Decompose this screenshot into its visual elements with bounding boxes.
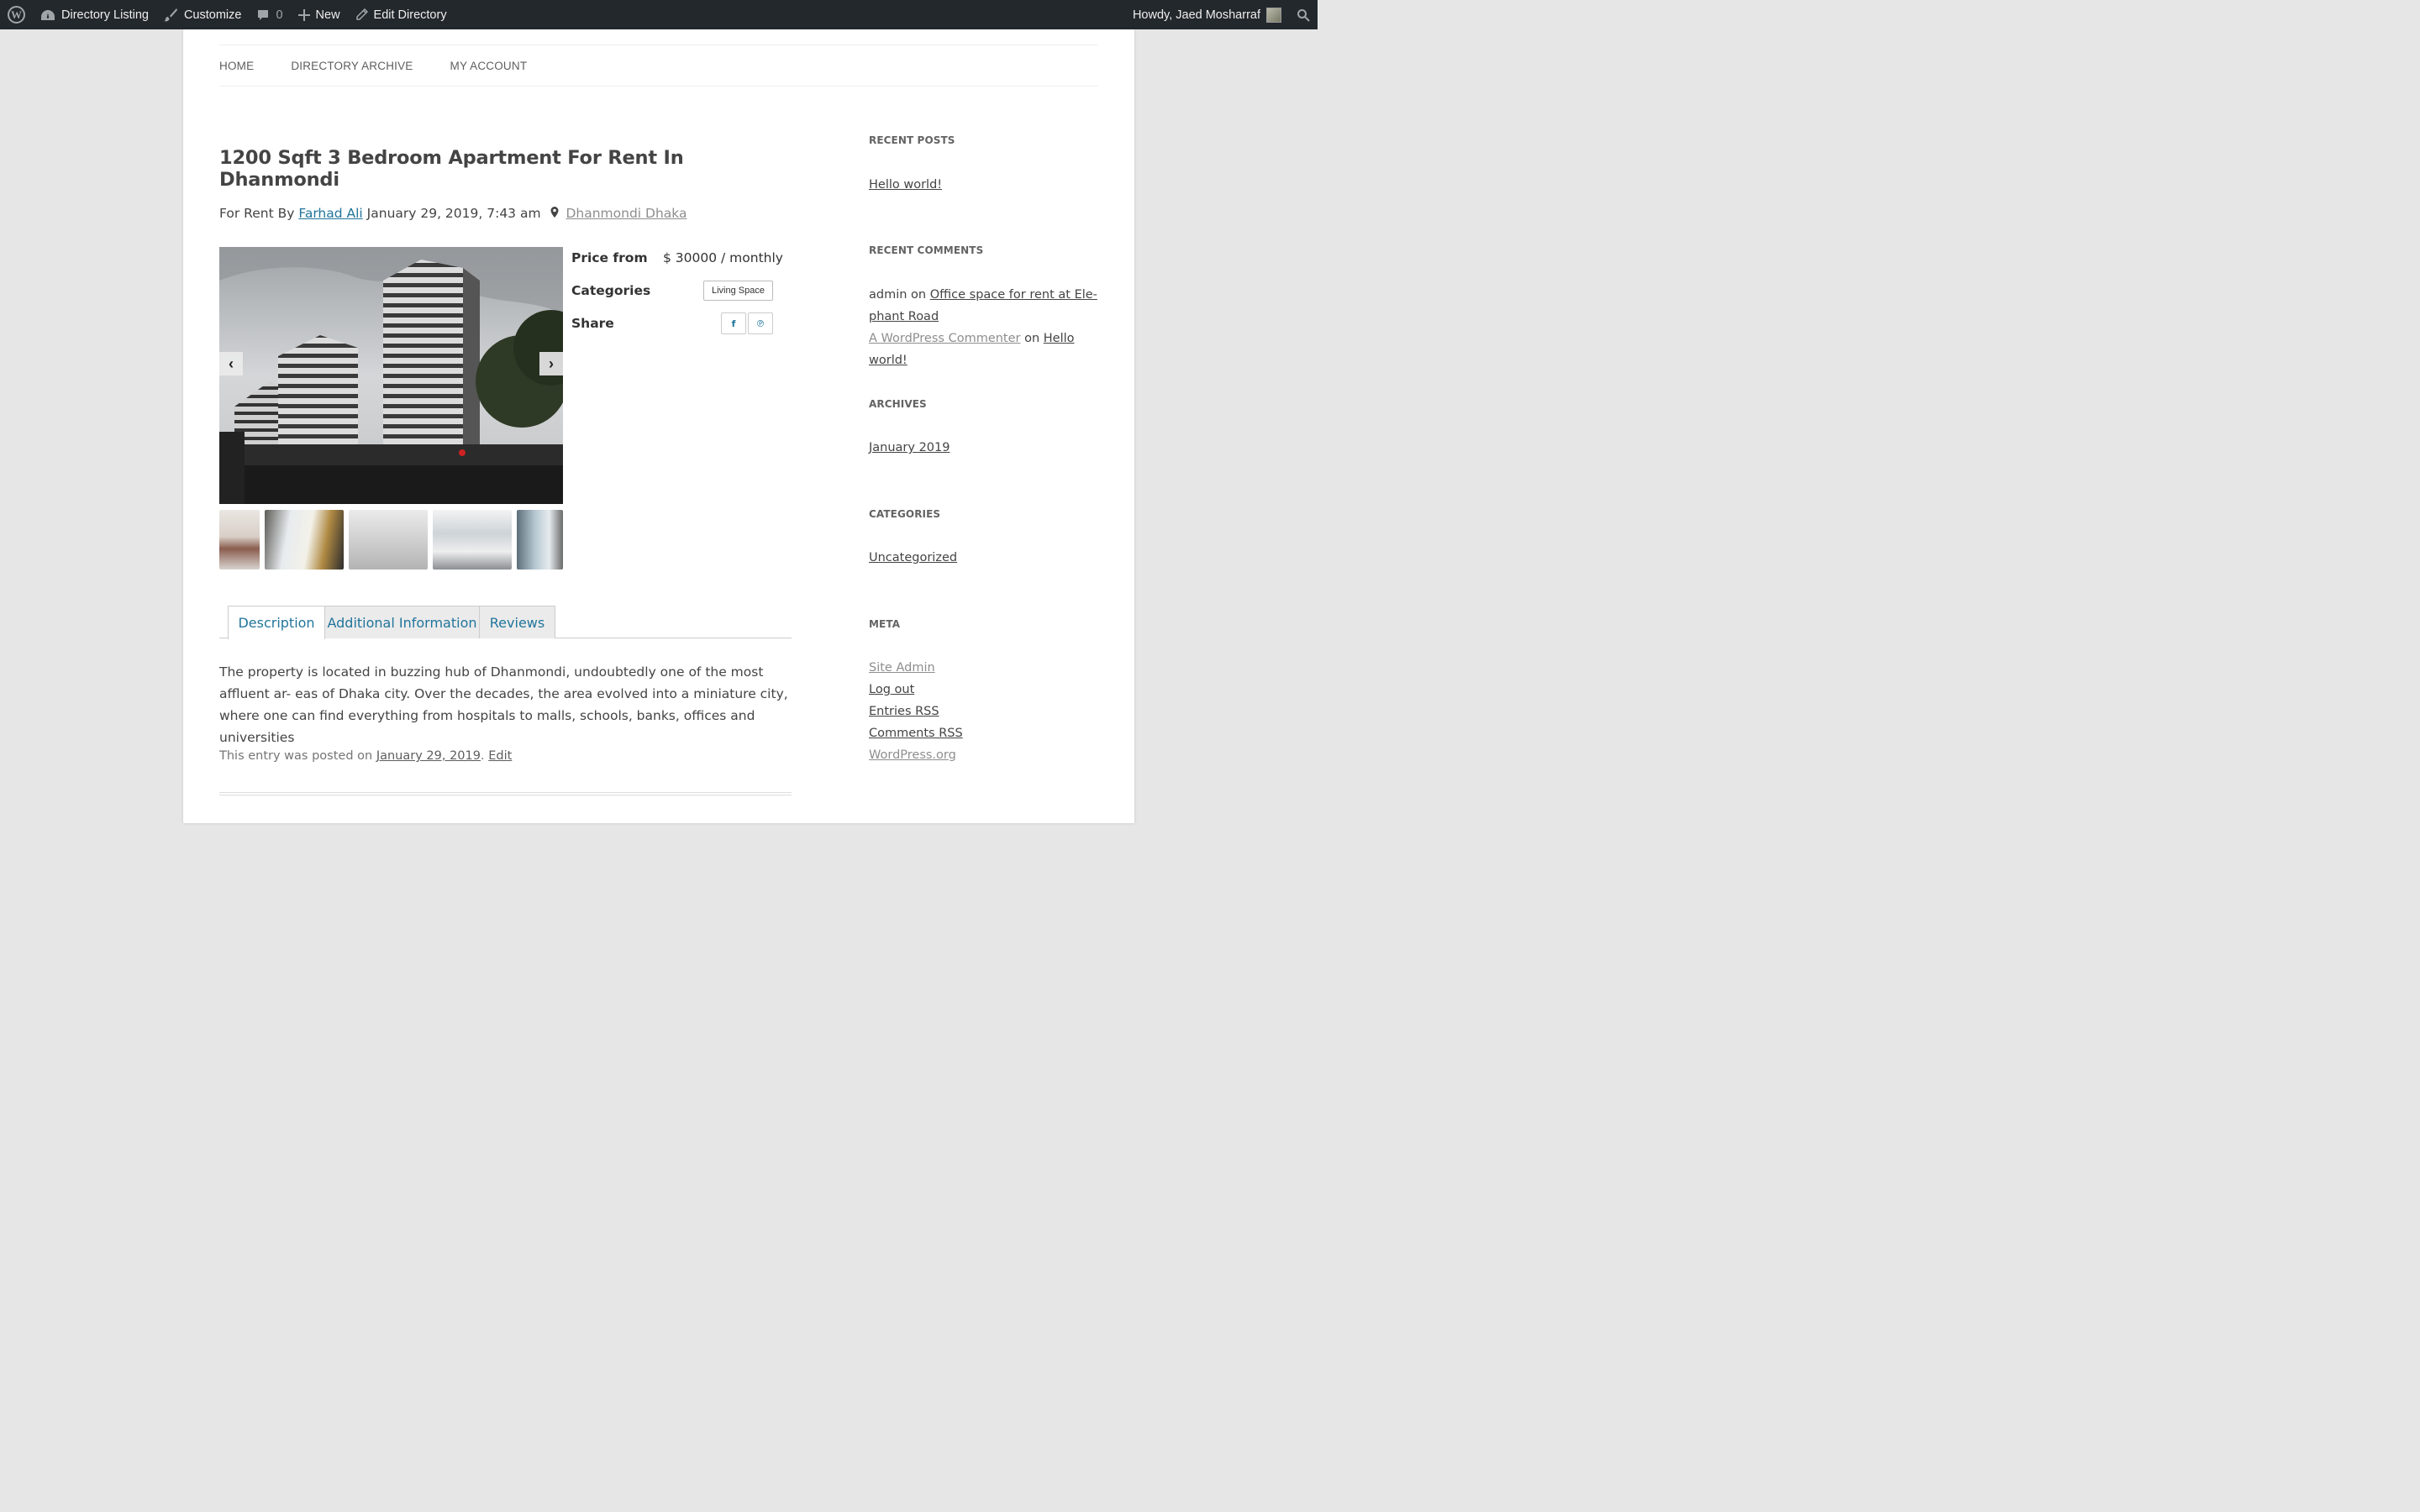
gallery-thumbnails	[219, 510, 563, 570]
footer-prefix: This entry was posted on	[219, 749, 373, 763]
author-link[interactable]: Farhad Ali	[298, 206, 362, 221]
chevron-left-icon: ‹	[229, 354, 234, 372]
share-label: Share	[571, 316, 614, 331]
categories-title: CATEGORIES	[869, 508, 941, 520]
facebook-icon: f	[731, 318, 736, 329]
meta-prefix: For Rent By	[219, 206, 295, 221]
chevron-right-icon: ›	[549, 354, 554, 372]
meta-link-site-admin[interactable]: Site Admin	[869, 661, 935, 675]
search-icon	[1297, 8, 1310, 22]
site-name-label: Directory Listing	[61, 8, 149, 22]
edit-directory-label: Edit Directory	[373, 8, 447, 22]
thumbnail-5[interactable]	[517, 510, 563, 570]
recent-post-link[interactable]: Hello world!	[869, 178, 942, 192]
edit-directory-link[interactable]: Edit Directory	[348, 0, 455, 29]
tab-additional-information[interactable]: Additional Information	[324, 606, 480, 638]
admin-search-button[interactable]	[1289, 0, 1318, 29]
recent-comments-list: admin on Office space for rent at Ele- p…	[869, 284, 1104, 371]
archive-link[interactable]: January 2019	[869, 441, 950, 454]
edit-link[interactable]: Edit	[488, 749, 512, 763]
facebook-share-button[interactable]: f	[721, 312, 746, 334]
gallery-next-button[interactable]: ›	[539, 352, 563, 375]
entry-footer: This entry was posted on January 29, 201…	[219, 749, 513, 763]
share-buttons: f ℗	[721, 312, 773, 334]
comments-count: 0	[276, 8, 283, 22]
dashboard-icon	[40, 8, 55, 22]
price-label: Price from	[571, 250, 648, 265]
my-account-menu[interactable]: Howdy, Jaed Mosharraf	[1125, 0, 1289, 29]
categories-row: Categories Living Space	[571, 280, 773, 302]
divider	[219, 792, 792, 795]
new-content-link[interactable]: New	[291, 0, 348, 29]
tab-reviews[interactable]: Reviews	[479, 606, 555, 638]
comment-author-link[interactable]: A WordPress Commenter	[869, 332, 1021, 345]
comment-item: A WordPress Commenter on Hello world!	[869, 328, 1104, 371]
thumbnail-4[interactable]	[433, 510, 512, 570]
category-link[interactable]: Uncategorized	[869, 551, 957, 564]
gallery-prev-button[interactable]: ‹	[219, 352, 243, 375]
recent-comments-title: RECENT COMMENTS	[869, 244, 984, 256]
location-link[interactable]: Dhanmondi Dhaka	[566, 206, 687, 221]
price-row: Price from $ 30000 / monthly	[571, 247, 783, 269]
site-name-link[interactable]: Directory Listing	[33, 0, 156, 29]
wordpress-logo-icon: W	[8, 6, 25, 24]
customize-label: Customize	[183, 8, 242, 22]
nav-item-directory-archive[interactable]: DIRECTORY ARCHIVE	[291, 60, 413, 72]
customize-link[interactable]: Customize	[156, 0, 250, 29]
description-text: The property is located in buzzing hub o…	[219, 664, 788, 745]
listing-tabs: Description Additional Information Revie…	[219, 606, 792, 639]
thumbnail-2[interactable]	[265, 510, 344, 570]
post-meta: For Rent By Farhad Ali January 29, 2019,…	[219, 206, 687, 221]
nav-item-home[interactable]: HOME	[219, 60, 254, 72]
category-tag[interactable]: Living Space	[703, 281, 773, 301]
footer-date-link[interactable]: January 29, 2019	[376, 749, 481, 763]
recent-posts-title: RECENT POSTS	[869, 134, 955, 146]
share-row: Share f ℗	[571, 312, 773, 334]
post-date: January 29, 2019, 7:43 am	[366, 206, 541, 221]
plus-icon	[297, 8, 310, 21]
meta-link-log-out[interactable]: Log out	[869, 683, 914, 696]
photo-gallery: ‹ ›	[219, 247, 563, 570]
pencil-icon	[355, 8, 368, 21]
page-title: 1200 Sqft 3 Bedroom Apartment For Rent I…	[219, 147, 684, 191]
meta-title: META	[869, 618, 901, 630]
wordpress-menu[interactable]: W	[0, 0, 33, 29]
pinterest-icon: ℗	[755, 318, 765, 329]
new-label: New	[315, 8, 340, 22]
main-photo: ‹ ›	[219, 247, 563, 504]
admin-bar: W Directory Listing Customize 0 New Edit…	[0, 0, 1318, 29]
nav-item-my-account[interactable]: MY ACCOUNT	[450, 60, 528, 72]
map-pin-icon	[550, 207, 559, 221]
tab-description[interactable]: Description	[228, 606, 325, 639]
greeting-label: Howdy, Jaed Mosharraf	[1132, 8, 1260, 22]
main-navigation: HOME DIRECTORY ARCHIVE MY ACCOUNT	[219, 45, 1098, 87]
archives-title: ARCHIVES	[869, 398, 927, 410]
meta-link-wordpress-org[interactable]: WordPress.org	[869, 748, 956, 762]
comment-author: admin	[869, 288, 908, 302]
main-content: 1200 Sqft 3 Bedroom Apartment For Rent I…	[219, 147, 792, 795]
price-value: $ 30000 / monthly	[663, 250, 783, 265]
thumbnail-1[interactable]	[219, 510, 260, 570]
brush-icon	[163, 8, 178, 22]
thumbnail-3[interactable]	[349, 510, 428, 570]
comment-on: on	[1024, 332, 1040, 345]
comments-link[interactable]: 0	[249, 0, 290, 29]
comment-on: on	[911, 288, 927, 302]
page-container: HOME DIRECTORY ARCHIVE MY ACCOUNT 1200 S…	[183, 29, 1134, 823]
meta-link-entries-rss[interactable]: Entries RSS	[869, 705, 939, 718]
pinterest-share-button[interactable]: ℗	[748, 312, 773, 334]
categories-label: Categories	[571, 283, 651, 298]
comment-item: admin on Office space for rent at Ele- p…	[869, 284, 1104, 328]
comment-icon	[256, 8, 270, 22]
avatar	[1266, 7, 1281, 23]
meta-link-comments-rss[interactable]: Comments RSS	[869, 727, 963, 740]
